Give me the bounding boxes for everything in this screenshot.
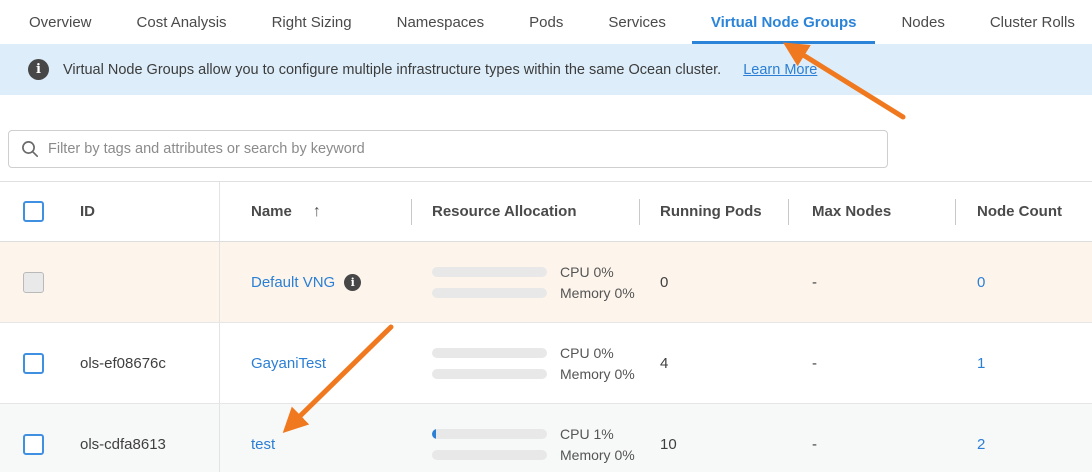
sort-ascending-icon[interactable]: ↑ [313, 203, 321, 221]
vng-id: ols-cdfa8613 [66, 436, 219, 453]
virtual-node-groups-page: Overview Cost Analysis Right Sizing Name… [0, 0, 1092, 472]
memory-usage-bar [432, 450, 547, 460]
memory-usage-bar [432, 369, 547, 379]
memory-usage-label: Memory 0% [560, 366, 635, 382]
column-header-running-pods[interactable]: Running Pods [639, 182, 788, 241]
column-header-resource-allocation[interactable]: Resource Allocation [411, 182, 639, 241]
tab-right-sizing[interactable]: Right Sizing [253, 0, 371, 44]
row-checkbox[interactable] [23, 353, 44, 374]
search-icon [21, 140, 39, 158]
table-row-default-vng[interactable]: Default VNG i CPU 0% Memory 0% 0 - 0 [0, 242, 1092, 323]
row-checkbox[interactable] [23, 434, 44, 455]
search-input[interactable] [48, 141, 875, 157]
tab-virtual-node-groups[interactable]: Virtual Node Groups [692, 0, 876, 44]
column-header-max-nodes[interactable]: Max Nodes [788, 182, 955, 241]
cpu-usage-bar [432, 348, 547, 358]
tab-services[interactable]: Services [589, 0, 685, 44]
info-icon: i [28, 59, 49, 80]
node-count-link[interactable]: 2 [977, 436, 985, 453]
max-nodes-value: - [788, 436, 955, 453]
tab-namespaces[interactable]: Namespaces [378, 0, 504, 44]
vng-name-link[interactable]: Default VNG [251, 274, 335, 291]
row-checkbox-disabled [23, 272, 44, 293]
node-count-link[interactable]: 1 [977, 355, 985, 372]
tab-cluster-rolls[interactable]: Cluster Rolls [971, 0, 1092, 44]
vng-table: ID Name ↑ Resource Allocation Running Po… [0, 181, 1092, 472]
column-header-id[interactable]: ID [66, 182, 219, 241]
cpu-usage-label: CPU 0% [560, 345, 614, 361]
memory-usage-label: Memory 0% [560, 285, 635, 301]
max-nodes-value: - [788, 355, 955, 372]
column-header-node-count[interactable]: Node Count [955, 182, 1092, 241]
vng-name-link[interactable]: test [251, 436, 275, 453]
running-pods-value: 10 [639, 436, 788, 453]
memory-usage-bar [432, 288, 547, 298]
vng-id: ols-ef08676c [66, 355, 219, 372]
cpu-usage-bar [432, 267, 547, 277]
max-nodes-value: - [788, 274, 955, 291]
tab-cost-analysis[interactable]: Cost Analysis [118, 0, 246, 44]
table-row-gayanitest[interactable]: ols-ef08676c GayaniTest CPU 0% Memory 0%… [0, 323, 1092, 404]
tab-nodes[interactable]: Nodes [882, 0, 963, 44]
table-row-test[interactable]: ols-cdfa8613 test CPU 1% Memory 0% 10 - … [0, 404, 1092, 472]
running-pods-value: 0 [639, 274, 788, 291]
node-count-link[interactable]: 0 [977, 274, 985, 291]
select-all-checkbox[interactable] [23, 201, 44, 222]
info-banner: i Virtual Node Groups allow you to confi… [0, 44, 1092, 95]
column-header-name[interactable]: Name ↑ [219, 182, 411, 241]
cpu-usage-bar [432, 429, 547, 439]
learn-more-link[interactable]: Learn More [743, 62, 817, 78]
tab-overview[interactable]: Overview [10, 0, 111, 44]
tab-pods[interactable]: Pods [510, 0, 582, 44]
column-header-name-label: Name [251, 203, 292, 220]
cpu-usage-label: CPU 0% [560, 264, 614, 280]
banner-text: Virtual Node Groups allow you to configu… [63, 62, 721, 78]
vng-info-icon[interactable]: i [344, 274, 361, 291]
vng-name-link[interactable]: GayaniTest [251, 355, 326, 372]
cluster-tab-bar: Overview Cost Analysis Right Sizing Name… [0, 0, 1092, 44]
memory-usage-label: Memory 0% [560, 447, 635, 463]
running-pods-value: 4 [639, 355, 788, 372]
filter-search-box[interactable] [8, 130, 888, 168]
cpu-usage-label: CPU 1% [560, 426, 614, 442]
table-header-row: ID Name ↑ Resource Allocation Running Po… [0, 182, 1092, 242]
